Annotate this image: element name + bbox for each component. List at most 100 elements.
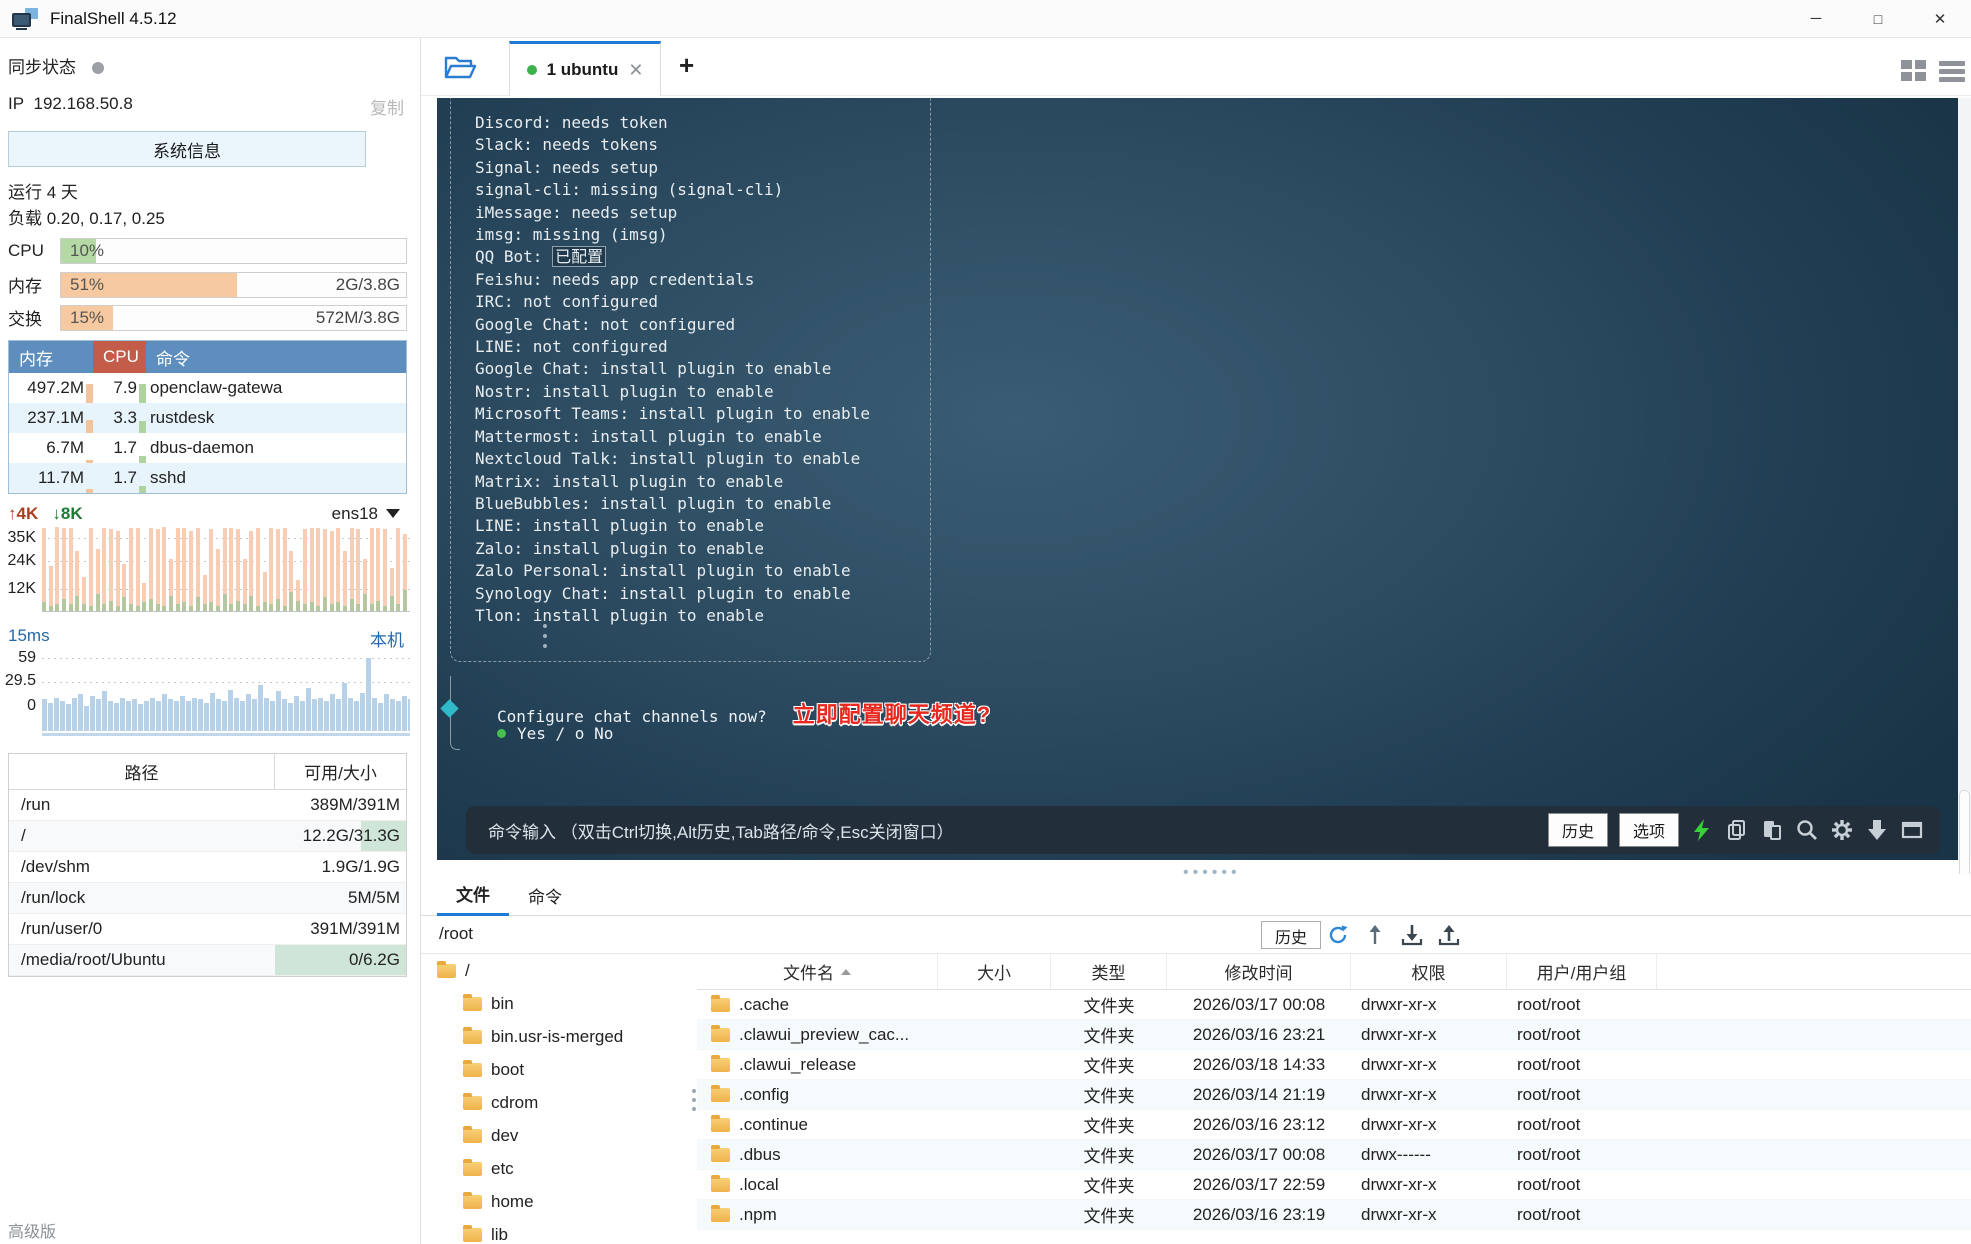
tree-item[interactable]: / bbox=[421, 954, 695, 987]
tree-item[interactable]: bin.usr-is-merged bbox=[421, 1020, 695, 1053]
open-folder-icon[interactable] bbox=[443, 53, 477, 81]
disk-col-header[interactable]: 可用/大小 bbox=[275, 754, 406, 789]
upload-arrow-icon: ↑ bbox=[8, 504, 17, 523]
close-tab-icon[interactable]: ✕ bbox=[628, 60, 643, 81]
file-col-header[interactable]: 文件名 bbox=[697, 954, 938, 989]
folder-icon bbox=[711, 1024, 730, 1042]
terminal[interactable]: Discord: needs token Slack: needs tokens S… bbox=[437, 98, 1958, 860]
disk-col-header[interactable]: 路径 bbox=[9, 754, 275, 789]
copy-ip-link[interactable]: 复制 bbox=[370, 94, 404, 119]
title-bar: FinalShell 4.5.12 ─ □ ✕ bbox=[0, 0, 1971, 38]
sort-asc-icon bbox=[841, 968, 851, 975]
file-row[interactable]: .clawui_release 文件夹 2026/03/18 14:33 drwxr-… bbox=[697, 1050, 1971, 1080]
copy-icon[interactable] bbox=[1725, 818, 1749, 842]
file-col-header[interactable]: 用户/用户组 bbox=[1507, 954, 1657, 989]
system-info-button[interactable]: 系统信息 bbox=[8, 131, 366, 167]
file-tree: / bin bin.usr-is-merged boot cdrom dev etc home… bbox=[421, 954, 695, 1244]
ping-chart-baseline bbox=[42, 733, 410, 736]
file-row[interactable]: .npm 文件夹 2026/03/16 23:19 drwxr-xr-x root/ro… bbox=[697, 1200, 1971, 1230]
disk-row[interactable]: /run 389M/391M bbox=[9, 790, 406, 821]
close-button[interactable]: ✕ bbox=[1909, 0, 1971, 37]
disk-row[interactable]: /dev/shm 1.9G/1.9G bbox=[9, 852, 406, 883]
file-row[interactable]: .local 文件夹 2026/03/17 22:59 drwxr-xr-x root/… bbox=[697, 1170, 1971, 1200]
tree-item[interactable]: dev bbox=[421, 1119, 695, 1152]
mem-meter-row: 内存 51% 2G/3.8G bbox=[8, 271, 407, 298]
window-mode-icon[interactable] bbox=[1900, 818, 1924, 842]
tree-item[interactable]: bin bbox=[421, 987, 695, 1020]
maximize-button[interactable]: □ bbox=[1847, 0, 1909, 37]
terminal-line: Discord: needs token bbox=[475, 113, 668, 132]
menu-icon[interactable] bbox=[1939, 61, 1965, 85]
tab-files[interactable]: 文件 bbox=[437, 874, 509, 916]
disk-row[interactable]: /media/root/Ubuntu 0/6.2G bbox=[9, 945, 406, 976]
history-button[interactable]: 历史 bbox=[1547, 813, 1608, 847]
file-row[interactable]: .cache 文件夹 2026/03/17 00:08 drwxr-xr-x root/… bbox=[697, 990, 1971, 1020]
folder-icon bbox=[463, 1158, 482, 1176]
terminal-line: LINE: not configured bbox=[475, 337, 668, 357]
process-row[interactable]: 237.1M 3.3 rustdesk bbox=[9, 403, 406, 433]
file-col-header[interactable]: 类型 bbox=[1051, 954, 1167, 989]
minimize-button[interactable]: ─ bbox=[1785, 0, 1847, 37]
terminal-line: Feishu: needs app credentials bbox=[475, 269, 755, 289]
terminal-line: Tlon: install plugin to enable bbox=[475, 605, 764, 625]
tree-item[interactable]: etc bbox=[421, 1152, 695, 1185]
file-panel-tabs: 文件 命令 bbox=[421, 874, 1971, 916]
refresh-icon[interactable] bbox=[1326, 923, 1350, 947]
ip-value: 192.168.50.8 bbox=[33, 94, 133, 113]
disk-row[interactable]: /run/lock 5M/5M bbox=[9, 883, 406, 914]
main-area: 1 ubuntu ✕ + Discord: needs token Slack: … bbox=[421, 38, 1971, 1244]
network-chart-bars bbox=[42, 525, 410, 611]
file-row[interactable]: .clawui_preview_cac... 文件夹 2026/03/16 23:2… bbox=[697, 1020, 1971, 1050]
current-path[interactable]: /root bbox=[439, 924, 473, 944]
disk-row[interactable]: /12.2G/31.3G bbox=[9, 821, 406, 852]
file-row[interactable]: .dbus 文件夹 2026/03/17 00:08 drwx------ root/r… bbox=[697, 1140, 1971, 1170]
file-table-body: .cache 文件夹 2026/03/17 00:08 drwxr-xr-x root/… bbox=[697, 990, 1971, 1230]
settings-gear-icon[interactable] bbox=[1830, 818, 1854, 842]
folder-icon bbox=[463, 1125, 482, 1143]
tree-item[interactable]: boot bbox=[421, 1053, 695, 1086]
file-table-header[interactable]: 文件名 大小 类型 修改时间 权限 用户/用户组 bbox=[697, 954, 1971, 990]
tab-ubuntu[interactable]: 1 ubuntu ✕ bbox=[509, 41, 661, 96]
process-col-header[interactable]: 内存 bbox=[9, 341, 93, 373]
process-col-header[interactable]: CPU bbox=[93, 341, 146, 373]
upload-icon[interactable] bbox=[1437, 923, 1461, 947]
command-input-hint[interactable]: 命令输入 （双击Ctrl切换,Alt历史,Tab路径/命令,Esc关闭窗口） bbox=[488, 818, 954, 843]
disk-row[interactable]: /run/user/0 391M/391M bbox=[9, 914, 406, 945]
process-row[interactable]: 497.2M 7.9 openclaw-gatewa bbox=[9, 373, 406, 403]
file-row[interactable]: .continue 文件夹 2026/03/16 23:12 drwxr-xr-x ro… bbox=[697, 1110, 1971, 1140]
folder-icon bbox=[711, 1174, 730, 1192]
disk-table-header[interactable]: 路径 可用/大小 bbox=[9, 754, 406, 790]
file-col-header[interactable]: 大小 bbox=[938, 954, 1051, 989]
path-history-button[interactable]: 历史 bbox=[1261, 921, 1322, 949]
file-col-header[interactable]: 修改时间 bbox=[1167, 954, 1351, 989]
paste-icon[interactable] bbox=[1760, 818, 1784, 842]
tree-item[interactable]: cdrom bbox=[421, 1086, 695, 1119]
session-tab-bar: 1 ubuntu ✕ + bbox=[421, 38, 1971, 96]
terminal-line: signal-cli: missing (signal-cli) bbox=[475, 180, 784, 200]
search-icon[interactable] bbox=[1795, 818, 1819, 842]
options-button[interactable]: 选项 bbox=[1618, 813, 1679, 847]
file-table: 文件名 大小 类型 修改时间 权限 用户/用户组 .cache 文件夹 2026/03/17 … bbox=[697, 954, 1971, 1244]
process-table-header[interactable]: 内存 CPU 命令 bbox=[9, 341, 406, 373]
file-col-header[interactable]: 权限 bbox=[1351, 954, 1507, 989]
scroll-bottom-icon[interactable] bbox=[1865, 818, 1889, 842]
download-icon[interactable] bbox=[1400, 923, 1424, 947]
interface-selector[interactable]: ens18 bbox=[332, 504, 400, 524]
file-row[interactable]: .config 文件夹 2026/03/14 21:19 drwxr-xr-x root… bbox=[697, 1080, 1971, 1110]
quick-command-icon[interactable] bbox=[1690, 818, 1714, 842]
process-row[interactable]: 6.7M 1.7 dbus-daemon bbox=[9, 433, 406, 463]
tab-label: 1 ubuntu bbox=[546, 60, 619, 79]
layout-grid-icon[interactable] bbox=[1901, 60, 1926, 82]
terminal-scrollbar[interactable] bbox=[1958, 98, 1971, 890]
tab-commands[interactable]: 命令 bbox=[509, 874, 581, 916]
prompt-answers[interactable]: Yes / o No bbox=[497, 724, 613, 743]
tree-item[interactable]: home bbox=[421, 1185, 695, 1218]
process-col-header[interactable]: 命令 bbox=[146, 341, 406, 373]
ping-chart-bars bbox=[42, 648, 410, 731]
new-tab-button[interactable]: + bbox=[679, 50, 694, 81]
process-row[interactable]: 11.7M 1.7 sshd bbox=[9, 463, 406, 493]
ip-row: IP 192.168.50.8 bbox=[8, 94, 133, 113]
up-level-icon[interactable] bbox=[1363, 923, 1387, 947]
tree-item[interactable]: lib bbox=[421, 1218, 695, 1244]
tree-splitter-handle[interactable] bbox=[692, 1089, 696, 1116]
